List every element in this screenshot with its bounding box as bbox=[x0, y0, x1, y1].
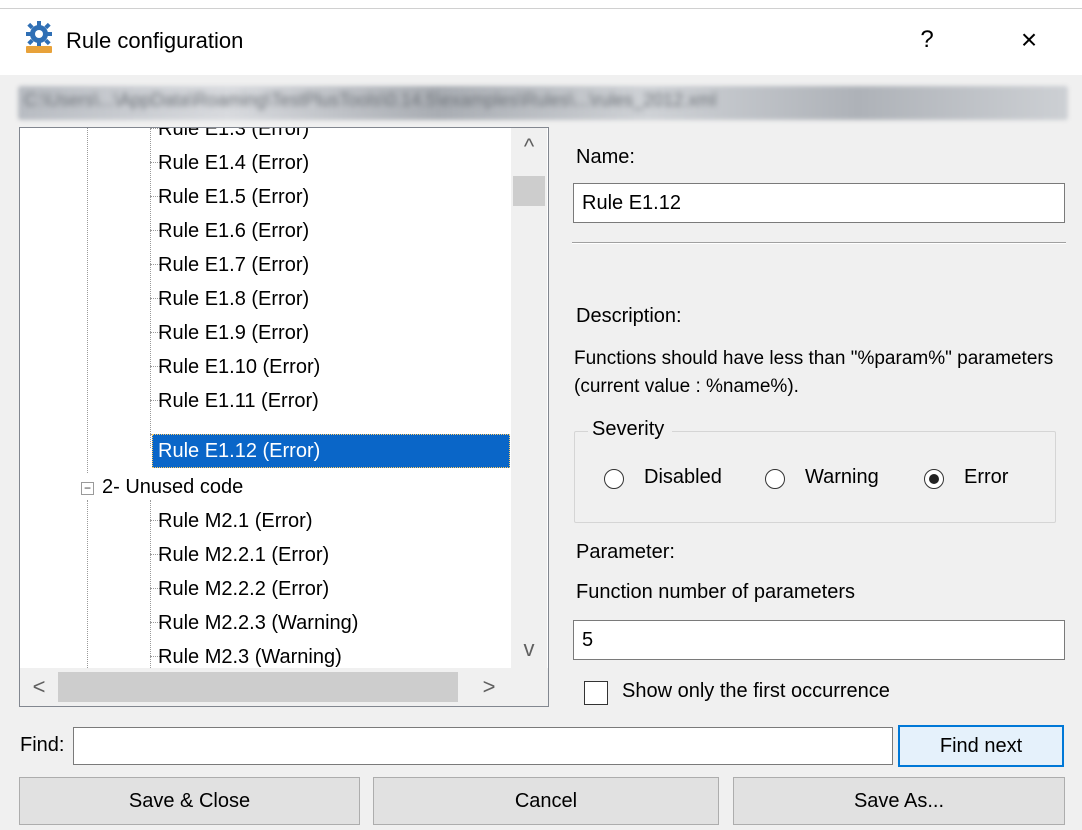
description-text: Functions should have less than "%param%… bbox=[574, 348, 1054, 397]
tree-item-rule[interactable]: Rule E1.7 (Error) bbox=[158, 248, 309, 282]
vertical-scroll-thumb[interactable] bbox=[513, 176, 545, 206]
save-close-button[interactable]: Save & Close bbox=[19, 777, 360, 825]
tree-item-rule-selected[interactable]: Rule E1.12 (Error) bbox=[152, 434, 510, 468]
show-first-checkbox[interactable] bbox=[584, 681, 608, 705]
tree-item-rule[interactable]: Rule M2.2.3 (Warning) bbox=[158, 606, 358, 640]
tree-item-category[interactable]: 2- Unused code bbox=[102, 470, 243, 504]
description-label: Description: bbox=[576, 305, 682, 327]
scroll-down-icon[interactable]: v bbox=[511, 634, 547, 664]
scroll-up-icon[interactable]: ^ bbox=[511, 132, 547, 162]
radio-label: Error bbox=[964, 466, 1009, 488]
save-as-button[interactable]: Save As... bbox=[733, 777, 1065, 825]
file-path: C:\Users\...\AppData\Roaming\TestPlusToo… bbox=[24, 90, 717, 110]
severity-title: Severity bbox=[588, 418, 673, 441]
tree-item-rule[interactable]: Rule E1.11 (Error) bbox=[158, 384, 319, 418]
tree-connector bbox=[150, 500, 151, 668]
radio-dot bbox=[929, 474, 939, 484]
scroll-right-icon[interactable]: > bbox=[474, 672, 504, 702]
top-border bbox=[0, 0, 1082, 9]
tree-list: Rule E1.3 (Error) Rule E1.4 (Error) Rule… bbox=[20, 128, 510, 668]
separator bbox=[572, 242, 1066, 244]
tree-item-rule[interactable]: Rule M2.3 (Warning) bbox=[158, 640, 342, 668]
radio-warning[interactable]: Warning bbox=[765, 466, 915, 492]
tree-item-rule[interactable]: Rule E1.5 (Error) bbox=[158, 180, 309, 214]
tree-item-rule[interactable]: Rule E1.10 (Error) bbox=[158, 350, 320, 384]
horizontal-scrollbar[interactable]: < > bbox=[20, 668, 548, 706]
find-next-button[interactable]: Find next bbox=[898, 725, 1064, 767]
parameter-label: Parameter: bbox=[576, 541, 675, 563]
radio-circle-selected[interactable] bbox=[924, 469, 944, 489]
tree-item-rule[interactable]: Rule E1.9 (Error) bbox=[158, 316, 309, 350]
radio-error[interactable]: Error bbox=[924, 466, 1034, 492]
find-label: Find: bbox=[20, 734, 65, 756]
tree-connector bbox=[87, 500, 88, 668]
horizontal-scroll-thumb[interactable] bbox=[58, 672, 458, 702]
close-button[interactable]: × bbox=[1000, 20, 1058, 60]
radio-disabled[interactable]: Disabled bbox=[604, 466, 764, 492]
radio-circle[interactable] bbox=[604, 469, 624, 489]
radio-label: Disabled bbox=[644, 466, 722, 488]
tree-item-rule[interactable]: Rule E1.4 (Error) bbox=[158, 146, 309, 180]
tree-item-rule[interactable]: Rule E1.8 (Error) bbox=[158, 282, 309, 316]
tree-item-rule[interactable]: Rule E1.6 (Error) bbox=[158, 214, 309, 248]
tree-connector bbox=[87, 128, 88, 473]
radio-circle[interactable] bbox=[765, 469, 785, 489]
tree-item-rule[interactable]: Rule M2.1 (Error) bbox=[158, 504, 312, 538]
parameter-input[interactable]: 5 bbox=[573, 620, 1065, 660]
radio-label: Warning bbox=[805, 466, 879, 488]
gear-icon bbox=[26, 21, 52, 53]
window-title: Rule configuration bbox=[66, 28, 244, 53]
tree-item-rule[interactable]: Rule M2.2.1 (Error) bbox=[158, 538, 329, 572]
name-label: Name: bbox=[576, 146, 635, 168]
vertical-scrollbar[interactable]: ^ v bbox=[511, 128, 547, 668]
parameter-name: Function number of parameters bbox=[576, 581, 856, 603]
show-first-label[interactable]: Show only the first occurrence bbox=[622, 680, 890, 703]
tree-item-rule[interactable]: Rule M2.2.2 (Error) bbox=[158, 572, 329, 606]
rule-tree[interactable]: Rule E1.3 (Error) Rule E1.4 (Error) Rule… bbox=[19, 127, 549, 707]
cancel-button[interactable]: Cancel bbox=[373, 777, 719, 825]
name-input[interactable]: Rule E1.12 bbox=[573, 183, 1065, 223]
find-input[interactable] bbox=[73, 727, 893, 765]
tree-item-rule[interactable]: Rule E1.3 (Error) bbox=[158, 128, 309, 146]
scroll-left-icon[interactable]: < bbox=[24, 672, 54, 702]
collapse-icon[interactable]: − bbox=[81, 482, 94, 495]
help-button[interactable]: ? bbox=[902, 20, 952, 60]
